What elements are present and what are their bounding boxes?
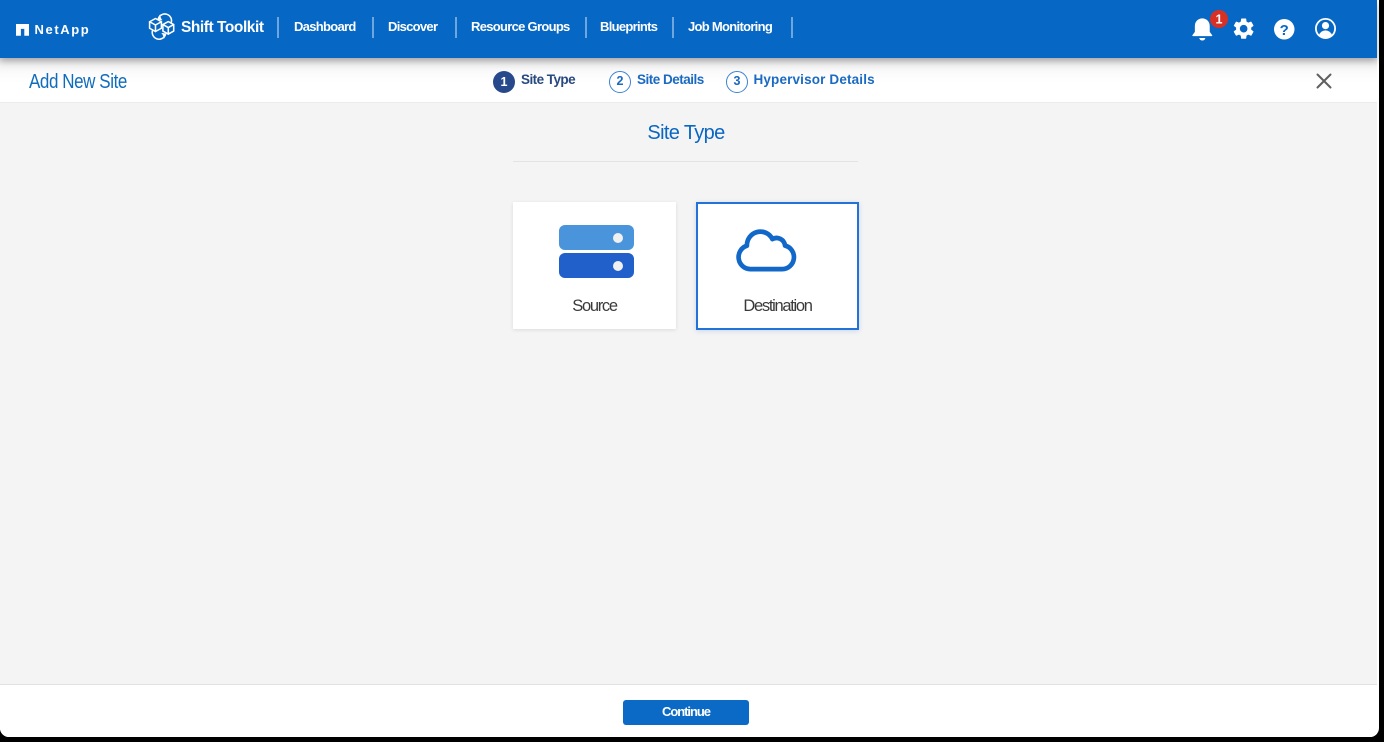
svg-text:?: ? (1280, 21, 1289, 38)
svg-text:1: 1 (1216, 13, 1223, 27)
